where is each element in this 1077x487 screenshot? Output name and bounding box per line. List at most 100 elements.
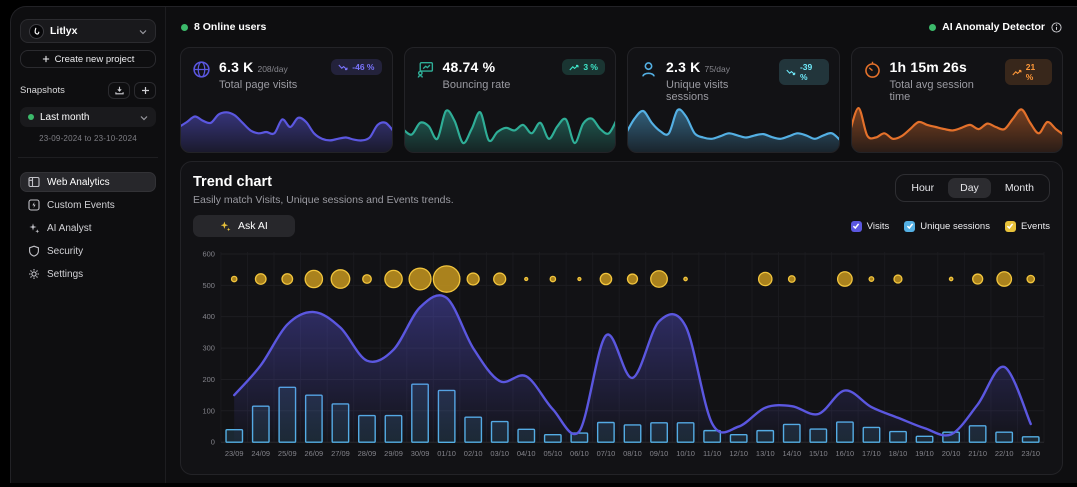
snapshots-label: Snapshots [20,85,65,96]
project-name: Litlyx [50,25,77,37]
svg-text:27/09: 27/09 [331,449,350,458]
panel-subtitle: Easily match Visits, Unique sessions and… [193,194,454,206]
web-analytics-icon [28,176,40,188]
svg-text:06/10: 06/10 [570,449,589,458]
timer-icon [863,60,882,79]
svg-text:14/10: 14/10 [782,449,801,458]
check-icon [1006,222,1014,230]
gear-icon [28,268,40,280]
sidebar-item-custom-events[interactable]: Custom Events [20,195,156,215]
trend-badge: -46 % [331,59,381,75]
svg-text:20/10: 20/10 [942,449,961,458]
svg-text:11/10: 11/10 [703,449,721,458]
tab-hour[interactable]: Hour [899,178,946,198]
trend-up-icon [569,64,579,71]
svg-text:08/10: 08/10 [623,449,642,458]
legend-item-unique-sessions[interactable]: Unique sessions [904,221,990,232]
svg-text:29/09: 29/09 [384,449,403,458]
tab-day[interactable]: Day [948,178,991,198]
sidebar-item-ai-analyst[interactable]: AI Analyst [20,218,156,238]
shield-icon [28,245,40,257]
svg-text:17/10: 17/10 [862,449,881,458]
trend-up-icon [1012,69,1022,76]
check-icon [906,222,914,230]
project-selector[interactable]: Litlyx [20,19,156,43]
stat-card-unique-sessions: 2.3 K75/day Unique visits sessions -39 % [627,47,840,153]
user-icon [639,60,658,79]
stat-label: Bouncing rate [443,79,511,91]
svg-text:26/09: 26/09 [304,449,323,458]
svg-text:12/10: 12/10 [729,449,748,458]
sparkline-chart [627,100,840,153]
svg-text:30/09: 30/09 [411,449,430,458]
check-icon [852,222,860,230]
trend-badge: 21 % [1005,59,1052,85]
ask-ai-button[interactable]: Ask AI [193,215,295,237]
svg-text:04/10: 04/10 [517,449,536,458]
stat-value: 6.3 K [219,59,253,75]
svg-text:19/10: 19/10 [915,449,934,458]
chevron-down-icon [140,108,148,126]
sidebar-item-web-analytics[interactable]: Web Analytics [20,172,156,192]
svg-text:13/10: 13/10 [756,449,775,458]
info-icon[interactable] [1051,22,1062,33]
svg-text:200: 200 [202,375,214,384]
trend-chart-canvas[interactable]: 0 100 200 300 400 500 600 23/0924/0925/0… [193,248,1050,466]
stat-rate: 75/day [704,64,730,74]
legend-item-events[interactable]: Events [1005,221,1050,232]
topbar: 8 Online users AI Anomaly Detector [166,7,1077,47]
stat-card-bouncing-rate: 48.74 % Bouncing rate 3 % [404,47,617,153]
trend-down-icon [338,64,348,71]
svg-text:400: 400 [202,312,214,321]
svg-text:05/10: 05/10 [544,449,563,458]
snapshot-select[interactable]: Last month [20,107,156,127]
svg-text:15/10: 15/10 [809,449,828,458]
download-icon [115,86,124,95]
events-bubbles [232,266,1035,292]
sidebar-item-label: Security [47,246,83,257]
sparkles-icon [220,221,231,232]
plus-icon [42,55,50,63]
chart-legend: Visits Unique sessions Events [851,221,1050,232]
trend-badge: 3 % [562,59,605,75]
checkbox-visits[interactable] [851,221,862,232]
stat-value: 48.74 % [443,59,496,75]
stat-cards-row: 6.3 K208/day Total page visits -46 % 48.… [180,47,1063,153]
sidebar-item-settings[interactable]: Settings [20,264,156,284]
sidebar-item-label: AI Analyst [47,223,91,234]
svg-text:09/10: 09/10 [650,449,669,458]
svg-text:10/10: 10/10 [676,449,695,458]
stat-value: 2.3 K [666,59,700,75]
svg-text:16/10: 16/10 [836,449,855,458]
svg-text:300: 300 [202,344,214,353]
plus-icon [141,86,150,95]
svg-text:24/09: 24/09 [251,449,270,458]
snapshot-add-button[interactable] [134,82,156,99]
snapshot-download-button[interactable] [108,82,130,99]
svg-text:25/09: 25/09 [278,449,297,458]
svg-text:01/10: 01/10 [437,449,456,458]
trend-down-icon [786,69,796,76]
globe-icon [192,60,211,79]
checkbox-unique-sessions[interactable] [904,221,915,232]
stat-label: Total page visits [219,79,297,91]
svg-text:22/10: 22/10 [995,449,1014,458]
sidebar: Litlyx Create new project Snapshots Last [11,7,166,483]
sparkline-chart [851,100,1064,153]
sparkles-icon [28,222,40,234]
svg-text:23/10: 23/10 [1021,449,1040,458]
legend-item-visits[interactable]: Visits [851,221,890,232]
checkbox-events[interactable] [1005,221,1016,232]
svg-text:600: 600 [202,249,214,258]
sidebar-item-label: Web Analytics [47,177,110,188]
tab-month[interactable]: Month [993,178,1046,198]
svg-text:0: 0 [211,438,215,447]
stat-card-avg-session-time: 1h 15m 26s Total avg session time 21 % [851,47,1064,153]
range-tabs: Hour Day Month [895,174,1050,202]
sparkline-chart [180,100,393,153]
chevron-down-icon [139,22,147,40]
create-project-button[interactable]: Create new project [20,50,156,68]
sidebar-item-security[interactable]: Security [20,241,156,261]
svg-text:100: 100 [202,406,214,415]
svg-text:21/10: 21/10 [968,449,987,458]
